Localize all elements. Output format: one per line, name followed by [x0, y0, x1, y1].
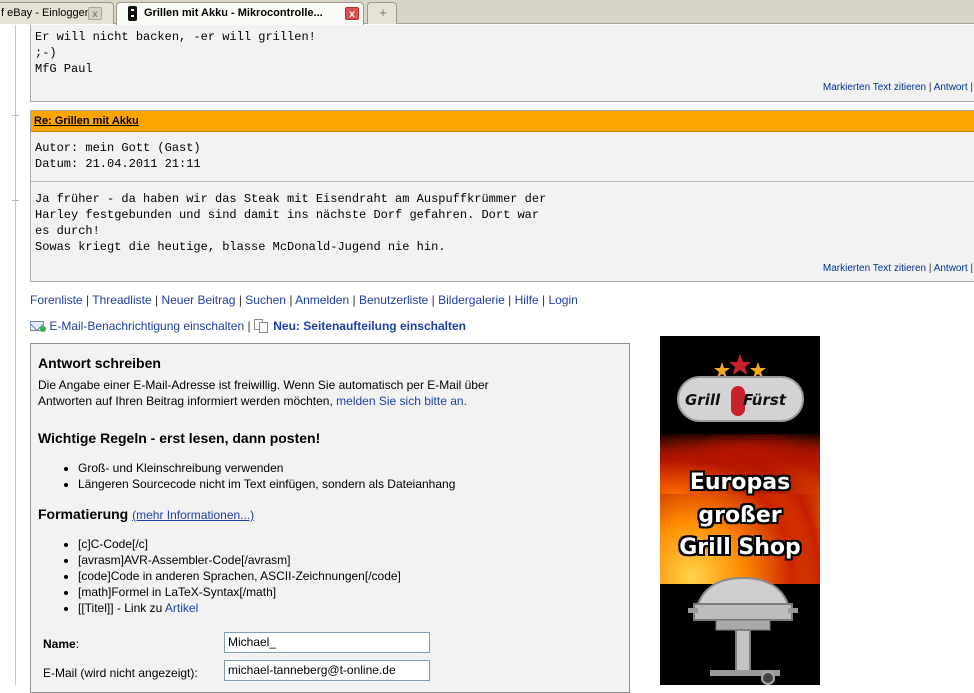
- thread-tick: [12, 115, 19, 116]
- mail-notify-icon: [30, 320, 46, 332]
- post-author: Autor: mein Gott (Gast): [35, 141, 201, 155]
- tab-title: f eBay - Einloggen: [1, 7, 91, 19]
- forum-nav: Forenliste | Threadliste | Neuer Beitrag…: [30, 293, 578, 307]
- post-actions: Markierten Text zitieren | Antwort |: [822, 82, 973, 93]
- formatting-list: [c]C-Code[/c] [avrasm]AVR-Assembler-Code…: [58, 536, 401, 616]
- nav-anmelden[interactable]: Anmelden: [295, 293, 349, 307]
- thread-tick: [12, 200, 19, 201]
- thread-line: [15, 25, 16, 685]
- ad-headline-3: Grill Shop: [679, 535, 801, 560]
- register-link[interactable]: melden Sie sich bitte an.: [336, 394, 467, 408]
- new-tab-button[interactable]: +: [367, 2, 397, 24]
- list-item-text: [[Titel]] - Link zu: [78, 601, 163, 615]
- brand-right: Fürst: [743, 391, 786, 409]
- plus-icon: +: [379, 5, 387, 20]
- post-header: Re: Grillen mit Akku: [31, 111, 974, 132]
- post-line: Harley festgebunden und sind damit ins n…: [35, 208, 540, 222]
- name-label: Name:: [43, 637, 80, 651]
- post-line: Ja früher - da haben wir das Steak mit E…: [35, 192, 547, 206]
- formatting-heading: Formatierung (mehr Informationen...): [38, 506, 254, 522]
- reply-intro: Die Angabe einer E-Mail-Adresse ist frei…: [38, 377, 518, 409]
- list-item: [[Titel]] - Link zu Artikel: [78, 600, 401, 616]
- email-label: E-Mail (wird nicht angezeigt):: [43, 666, 198, 680]
- nav-hilfe[interactable]: Hilfe: [515, 293, 539, 307]
- page-split-link[interactable]: Neu: Seitenaufteilung einschalten: [273, 319, 466, 333]
- grill-shop-ad[interactable]: Grill Fürst Europas großer Grill Shop: [660, 336, 820, 685]
- reply-link[interactable]: Antwort: [934, 263, 968, 274]
- post-body: Er will nicht backen, -er will grillen! …: [35, 29, 316, 77]
- reply-link[interactable]: Antwort: [934, 82, 968, 93]
- notification-options: E-Mail-Benachrichtigung einschalten | Ne…: [30, 319, 466, 333]
- quote-selected-link[interactable]: Markierten Text zitieren: [823, 263, 926, 274]
- rules-heading: Wichtige Regeln - erst lesen, dann poste…: [38, 430, 321, 446]
- article-link[interactable]: Artikel: [165, 601, 198, 615]
- email-input[interactable]: michael-tanneberg@t-online.de: [224, 660, 430, 681]
- close-icon[interactable]: x: [88, 7, 102, 20]
- post-date: Datum: 21.04.2011 21:11: [35, 157, 201, 171]
- ad-headline-1: Europas: [689, 470, 791, 495]
- name-input[interactable]: Michael_: [224, 632, 430, 653]
- post-meta: Autor: mein Gott (Gast) Datum: 21.04.201…: [35, 140, 201, 172]
- browser-tab-bar: f eBay - Einloggen x Grillen mit Akku - …: [0, 0, 974, 25]
- post-line: Er will nicht backen, -er will grillen!: [35, 30, 316, 44]
- divider: [31, 181, 974, 182]
- more-info-link[interactable]: (mehr Informationen...): [132, 508, 254, 522]
- email-notification-link[interactable]: E-Mail-Benachrichtigung einschalten: [49, 319, 244, 333]
- tab-ebay-login[interactable]: f eBay - Einloggen x: [0, 2, 114, 24]
- post-line: MfG Paul: [35, 62, 93, 76]
- nav-benutzerliste[interactable]: Benutzerliste: [359, 293, 428, 307]
- tab-grillen-mit-akku[interactable]: Grillen mit Akku - Mikrocontrolle... x: [116, 2, 364, 25]
- ad-headline-2: großer: [698, 503, 782, 528]
- close-icon[interactable]: x: [345, 7, 359, 20]
- forum-post: Er will nicht backen, -er will grillen! …: [30, 25, 974, 102]
- list-item: [c]C-Code[/c]: [78, 536, 401, 552]
- reply-form: Antwort schreiben Die Angabe einer E-Mai…: [30, 343, 630, 693]
- post-line: es durch!: [35, 224, 100, 238]
- nav-bildergalerie[interactable]: Bildergalerie: [438, 293, 505, 307]
- nav-threadliste[interactable]: Threadliste: [92, 293, 151, 307]
- nav-neuer-beitrag[interactable]: Neuer Beitrag: [161, 293, 235, 307]
- grill-fuerst-logo: Grill Fürst: [677, 376, 804, 422]
- pages-icon: [253, 319, 270, 333]
- list-item: [code]Code in anderen Sprachen, ASCII-Ze…: [78, 568, 401, 584]
- list-item: Groß- und Kleinschreibung verwenden: [78, 460, 455, 476]
- list-item: [math]Formel in LaTeX-Syntax[/math]: [78, 584, 401, 600]
- rules-list: Groß- und Kleinschreibung verwenden Läng…: [58, 460, 455, 492]
- post-subject-link[interactable]: Re: Grillen mit Akku: [34, 115, 139, 127]
- post-body: Ja früher - da haben wir das Steak mit E…: [35, 191, 546, 255]
- nav-login[interactable]: Login: [548, 293, 577, 307]
- list-item: Längeren Sourcecode nicht im Text einfüg…: [78, 476, 455, 492]
- brand-left: Grill: [685, 391, 721, 409]
- post-line: Sowas kriegt die heutige, blasse McDonal…: [35, 240, 446, 254]
- nav-forenliste[interactable]: Forenliste: [30, 293, 83, 307]
- post-actions: Markierten Text zitieren | Antwort |: [822, 263, 973, 274]
- grill-image: [688, 576, 798, 685]
- thread-indent-bar: [0, 25, 20, 685]
- tab-title: Grillen mit Akku - Mikrocontrolle...: [144, 7, 323, 19]
- name-label-text: Name: [43, 637, 76, 651]
- nav-suchen[interactable]: Suchen: [245, 293, 286, 307]
- formatting-title: Formatierung: [38, 506, 129, 522]
- post-line: ;-): [35, 46, 57, 60]
- quote-selected-link[interactable]: Markierten Text zitieren: [823, 82, 926, 93]
- site-favicon-icon: [128, 6, 137, 21]
- reply-form-title: Antwort schreiben: [38, 355, 161, 371]
- forum-post: Re: Grillen mit Akku Autor: mein Gott (G…: [30, 110, 974, 282]
- list-item: [avrasm]AVR-Assembler-Code[/avrasm]: [78, 552, 401, 568]
